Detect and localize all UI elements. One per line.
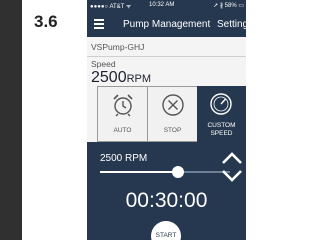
speed-unit: RPM [126, 73, 152, 85]
phone-screen: ●●●●○ AT&T ᯤ 10:32 AM ➚ ∦ 58% ▭ Pump Man… [87, 0, 246, 240]
chevron-up-icon[interactable] [220, 150, 244, 166]
alarm-clock-icon [113, 94, 133, 117]
custom-label-line1: CUSTOM [207, 122, 236, 129]
auto-mode-label: AUTO [113, 127, 132, 134]
custom-speed-mode-button[interactable]: CUSTOM SPEED [197, 86, 246, 142]
speed-number: 2500 [91, 69, 127, 86]
hamburger-icon[interactable] [94, 19, 104, 29]
custom-label-line2: SPEED [210, 130, 233, 137]
stop-x-icon [162, 94, 184, 116]
start-button[interactable]: START [151, 221, 181, 240]
status-carrier: ●●●●○ AT&T ᯤ [90, 4, 132, 10]
custom-speed-mode-label: CUSTOM SPEED [197, 122, 246, 138]
status-time: 10:32 AM [149, 2, 175, 8]
chevron-down-icon[interactable] [220, 168, 244, 184]
gauge-icon [210, 93, 232, 115]
status-bar: ●●●●○ AT&T ᯤ 10:32 AM ➚ ∦ 58% ▭ [87, 0, 246, 12]
stop-mode-button[interactable]: STOP [147, 86, 198, 142]
status-battery: ➚ ∦ 58% ▭ [213, 3, 244, 9]
step-number: 3.6 [34, 12, 58, 31]
pump-name: VSPump-GHJ [91, 42, 145, 52]
speed-slider-fill [100, 171, 178, 173]
timer-display[interactable]: 00:30:00 [87, 189, 246, 213]
rpm-setting-label: 2500 RPM [100, 153, 148, 164]
auto-mode-button[interactable]: AUTO [97, 86, 148, 142]
nav-bar: Pump Management Setting [87, 12, 246, 37]
setting-link[interactable]: Setting [217, 19, 246, 30]
speed-slider-thumb[interactable] [172, 166, 184, 178]
left-page-strip [0, 0, 22, 240]
speed-label: Speed [91, 59, 116, 69]
custom-speed-panel: 2500 RPM 00:30:00 START [87, 142, 246, 240]
divider [87, 56, 246, 57]
nav-title: Pump Management [123, 19, 211, 30]
speed-value: 2500RPM [91, 69, 151, 87]
stop-mode-label: STOP [163, 127, 182, 134]
